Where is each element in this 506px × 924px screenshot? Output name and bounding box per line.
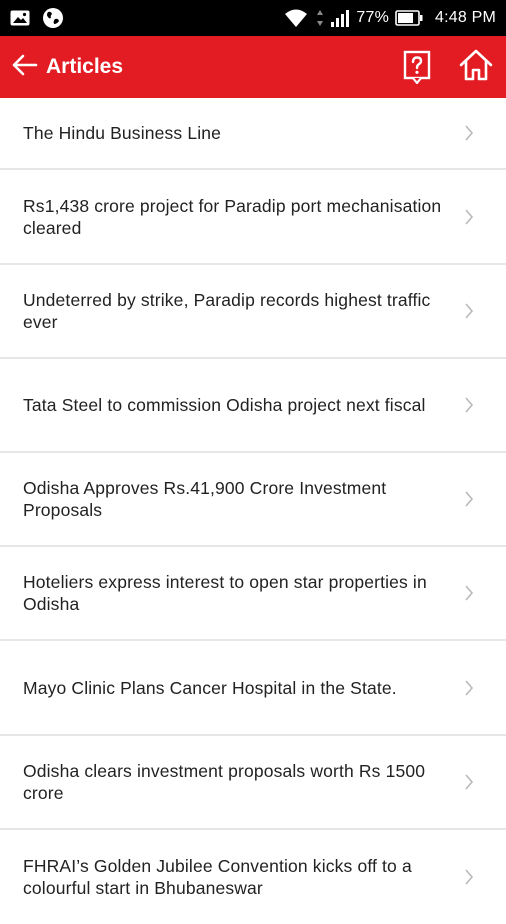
- status-bar: 77% 4:48 PM: [0, 0, 506, 36]
- status-time: 4:48 PM: [435, 9, 496, 26]
- image-icon: [10, 10, 30, 26]
- chevron-right-icon: [465, 208, 474, 225]
- article-title: Tata Steel to commission Odisha project …: [23, 395, 426, 415]
- battery-percent: 77%: [356, 9, 389, 26]
- article-title: Hoteliers express interest to open star …: [23, 572, 427, 614]
- list-item[interactable]: Mayo Clinic Plans Cancer Hospital in the…: [0, 641, 506, 736]
- article-title: Mayo Clinic Plans Cancer Hospital in the…: [23, 677, 397, 698]
- list-item[interactable]: Tata Steel to commission Odisha project …: [0, 359, 506, 453]
- article-title: FHRAI’s Golden Jubilee Convention kicks …: [23, 856, 412, 898]
- list-item[interactable]: Hoteliers express interest to open star …: [0, 547, 506, 641]
- data-arrows-icon: [317, 10, 324, 26]
- list-item[interactable]: Undeterred by strike, Paradip records hi…: [0, 265, 506, 359]
- article-title: The Hindu Business Line: [23, 123, 222, 143]
- chevron-right-icon: [465, 397, 474, 413]
- list-item[interactable]: FHRAI’s Golden Jubilee Convention kicks …: [0, 830, 506, 924]
- list-item[interactable]: Odisha clears investment proposals worth…: [0, 736, 506, 830]
- chevron-right-icon: [465, 125, 474, 141]
- list-item[interactable]: The Hindu Business Line: [0, 98, 506, 170]
- question-box-icon[interactable]: [403, 50, 431, 84]
- list-item[interactable]: Odisha Approves Rs.41,900 Crore Investme…: [0, 453, 506, 547]
- article-title: Rs1,438 crore project for Paradip port m…: [23, 195, 442, 238]
- article-title: Undeterred by strike, Paradip records hi…: [23, 290, 431, 332]
- chevron-right-icon: [465, 585, 474, 601]
- arrow-left-icon[interactable]: [10, 50, 40, 80]
- article-list: The Hindu Business Line Rs1,438 crore pr…: [0, 98, 506, 924]
- chevron-right-icon: [465, 774, 474, 790]
- page-title: Articles: [46, 55, 124, 78]
- battery-icon: [395, 10, 423, 26]
- article-title: Odisha Approves Rs.41,900 Crore Investme…: [23, 478, 387, 520]
- chevron-right-icon: [465, 491, 474, 507]
- wifi-icon: [285, 9, 308, 27]
- signal-icon: [331, 10, 350, 27]
- app-bar: Articles: [0, 36, 506, 98]
- article-title: Odisha clears investment proposals worth…: [23, 761, 426, 803]
- chevron-right-icon: [465, 303, 474, 319]
- home-icon[interactable]: [458, 47, 494, 83]
- chevron-right-icon: [465, 869, 474, 885]
- list-item[interactable]: Rs1,438 crore project for Paradip port m…: [0, 170, 506, 265]
- chevron-right-icon: [465, 679, 474, 696]
- globe-icon: [43, 8, 63, 28]
